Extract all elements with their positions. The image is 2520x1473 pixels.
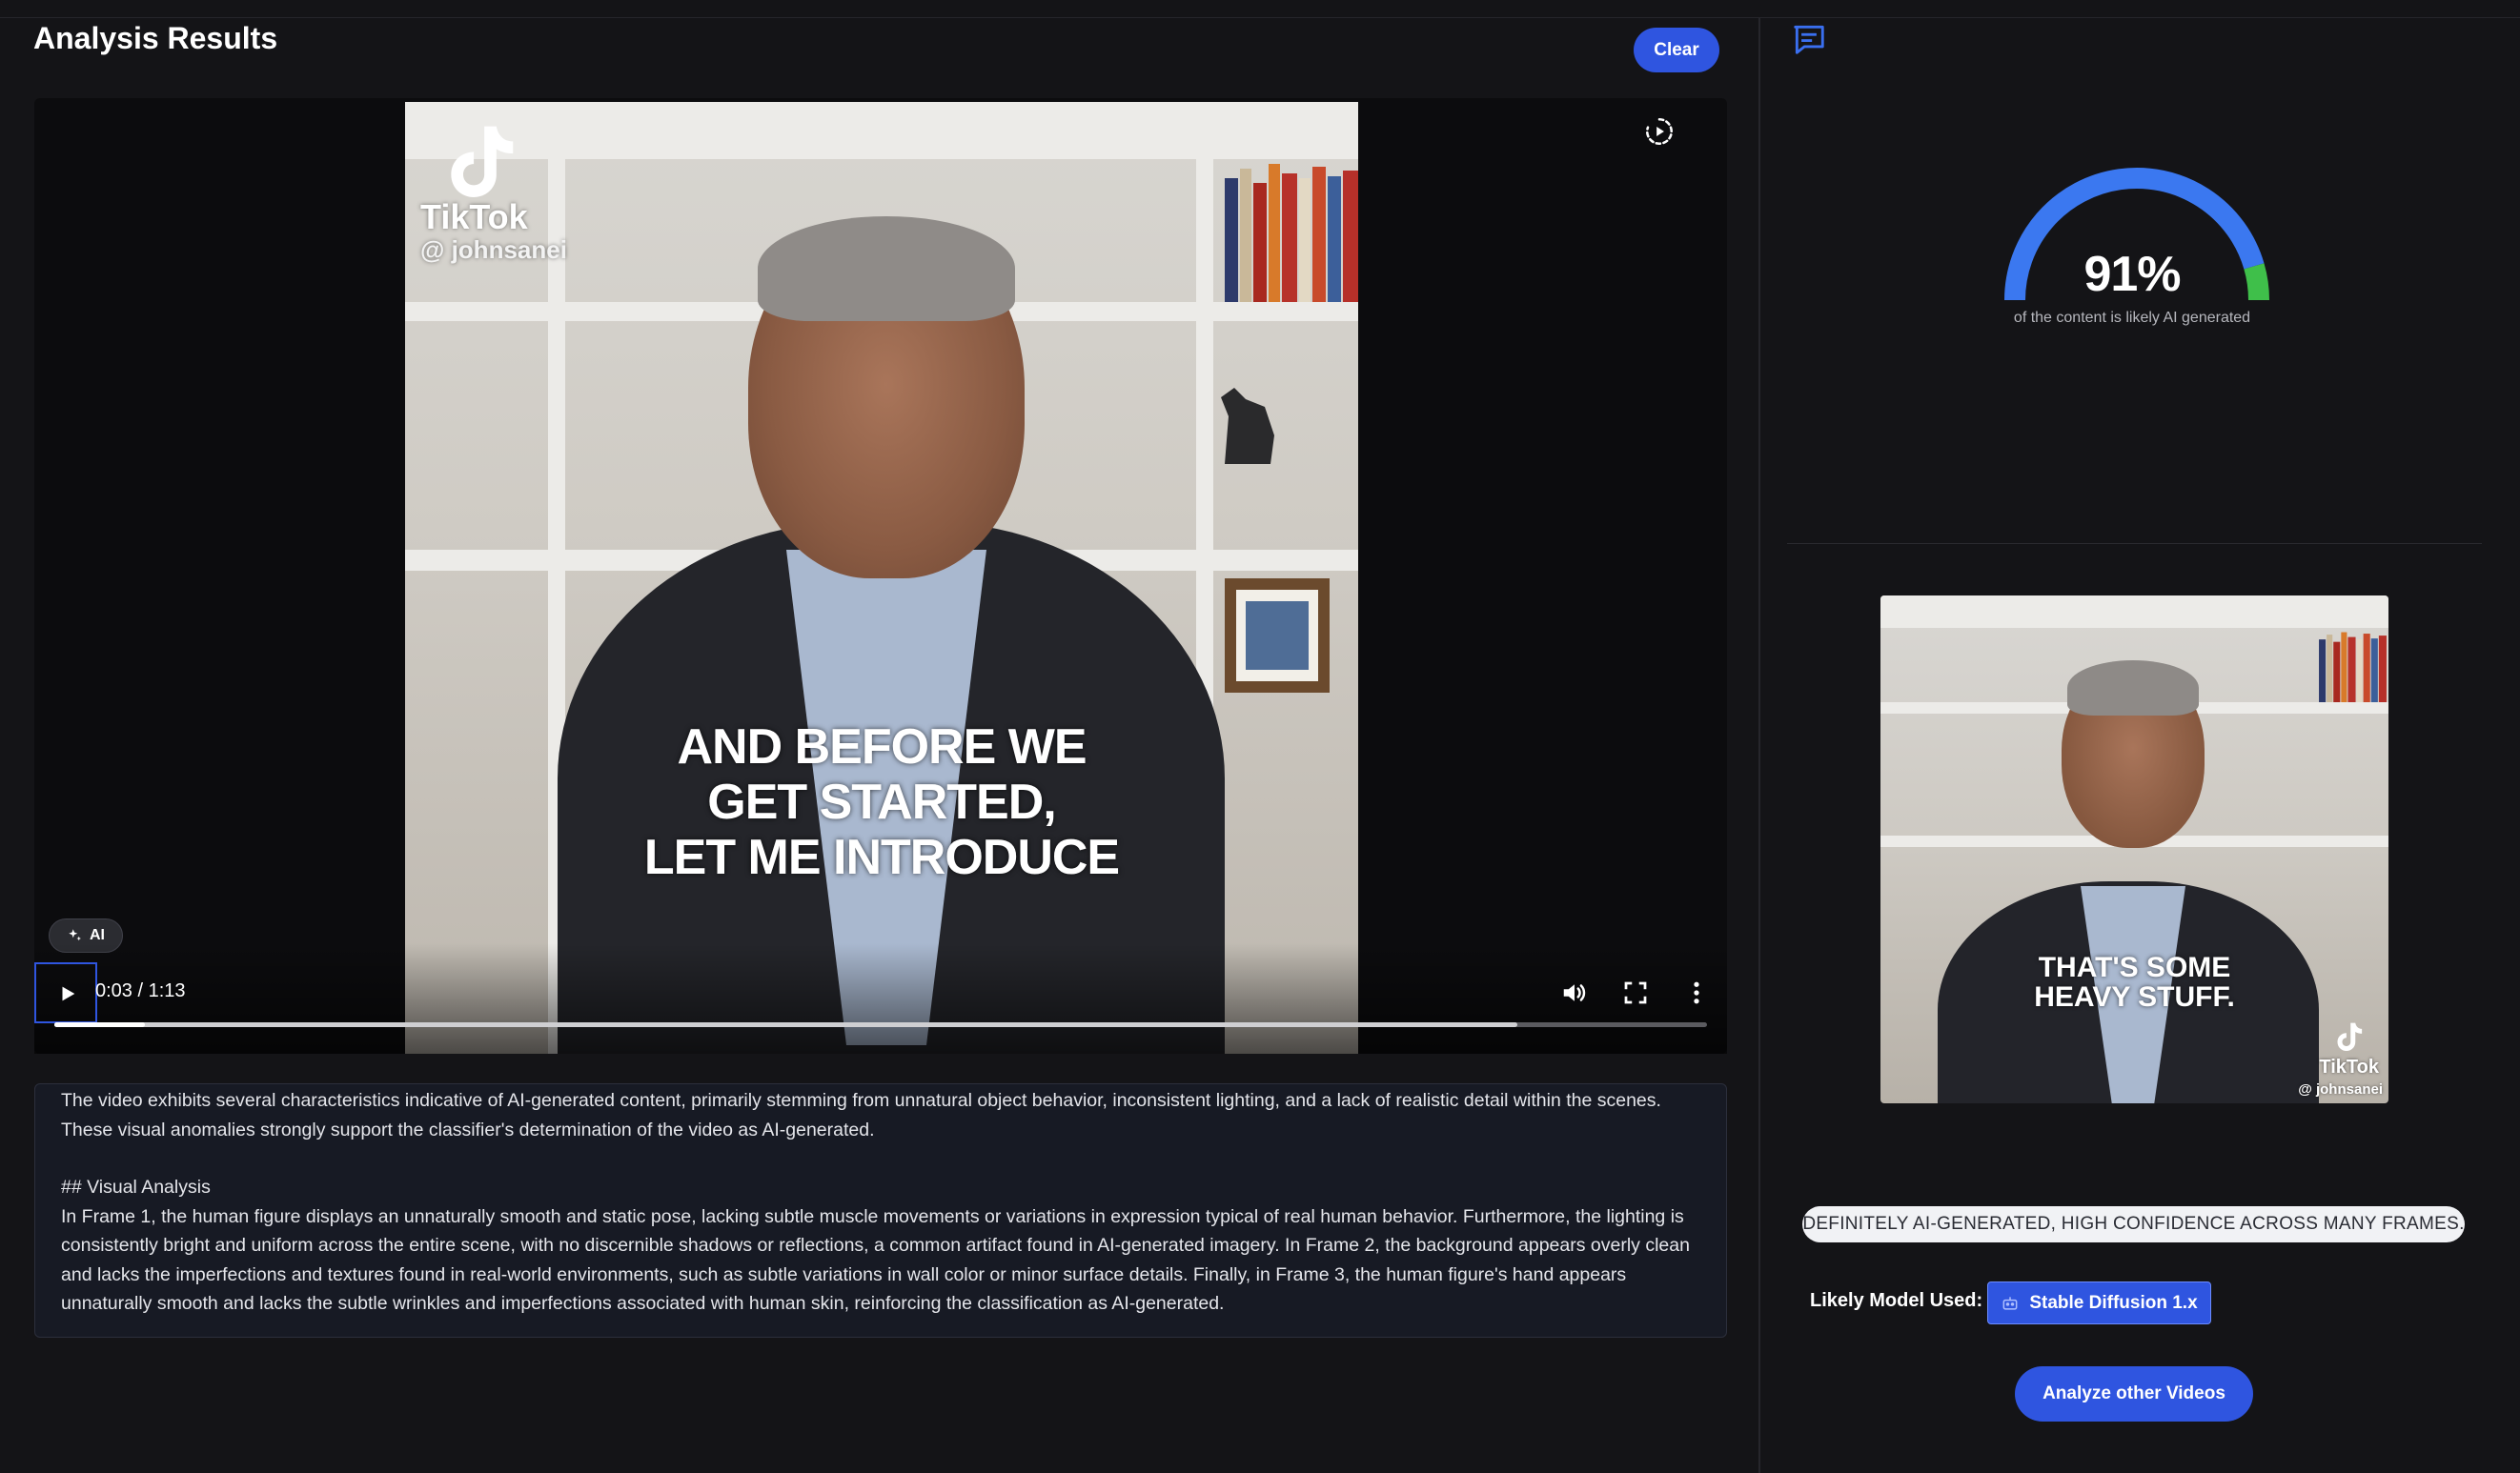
video-caption: AND BEFORE WE GET STARTED, LET ME INTROD… <box>405 719 1358 885</box>
replay-icon[interactable] <box>1643 115 1676 148</box>
page-title: Analysis Results <box>33 21 278 55</box>
thumbnail-watermark-handle: @ johnsanei <box>2298 1081 2383 1098</box>
more-options-icon[interactable] <box>1682 979 1711 1007</box>
analysis-section-heading: ## Visual Analysis <box>61 1177 211 1198</box>
books-image <box>1225 164 1358 302</box>
thumbnail-watermark-brand: TikTok <box>2319 1057 2379 1078</box>
analysis-text-panel: The video exhibits several characteristi… <box>34 1083 1727 1338</box>
ai-score-gauge <box>2004 168 2269 301</box>
tiktok-watermark-brand: TikTok <box>420 197 528 236</box>
thumbnail-caption: THAT'S SOME HEAVY STUFF. <box>1880 953 2388 1012</box>
video-progress-buffered <box>54 1022 1517 1027</box>
ai-score-value: 91% <box>2083 247 2181 302</box>
chat-icon[interactable] <box>1791 21 1827 57</box>
video-caption-line: LET ME INTRODUCE <box>643 830 1120 885</box>
clear-button[interactable]: Clear <box>1634 28 1719 72</box>
model-name-label: Stable Diffusion 1.x <box>2029 1292 2198 1313</box>
thumbnail-caption-line: THAT'S SOME <box>2038 952 2231 983</box>
dog-figurine-image <box>1221 388 1274 464</box>
section-divider <box>1787 543 2482 544</box>
ai-badge-label: AI <box>90 927 105 943</box>
video-time: 0:03 / 1:13 <box>95 980 186 1001</box>
robot-icon <box>2002 1296 2018 1310</box>
shelf-top <box>1880 595 2388 628</box>
video-caption-line: AND BEFORE WE <box>677 719 1087 775</box>
tiktok-watermark-handle: @ johnsanei <box>420 235 567 264</box>
person-hair <box>758 216 1015 321</box>
analysis-summary: The video exhibits several characteristi… <box>61 1090 1661 1140</box>
person-hair <box>2067 660 2199 716</box>
video-caption-line: GET STARTED, <box>707 775 1056 830</box>
tiktok-logo-icon <box>2337 1022 2363 1051</box>
tiktok-logo-icon <box>451 126 514 197</box>
play-button[interactable] <box>34 962 97 1023</box>
sparkle-icon <box>69 929 81 941</box>
video-frame: TikTok @ johnsanei AND BEFORE WE GET STA… <box>405 102 1358 1054</box>
video-progress-bar[interactable] <box>54 1022 1707 1027</box>
model-name-button[interactable]: Stable Diffusion 1.x <box>1987 1281 2211 1324</box>
video-controls-bar <box>34 943 1727 1054</box>
analyze-other-videos-button[interactable]: Analyze other Videos <box>2015 1366 2253 1422</box>
volume-icon[interactable] <box>1560 979 1589 1007</box>
ai-score-label: of the content is likely AI generated <box>2013 310 2251 326</box>
top-bar <box>0 0 2520 18</box>
books-image <box>2319 632 2387 702</box>
video-progress-played <box>54 1022 146 1027</box>
video-player[interactable]: TikTok @ johnsanei AND BEFORE WE GET STA… <box>34 98 1727 1054</box>
play-icon <box>62 986 75 1001</box>
analysis-details: In Frame 1, the human figure displays an… <box>61 1205 1690 1315</box>
picture-frame-image <box>1225 578 1330 693</box>
fullscreen-icon[interactable] <box>1621 979 1650 1007</box>
thumbnail-caption-line: HEAVY STUFF. <box>2034 981 2235 1013</box>
model-label: Likely Model Used: <box>1810 1290 1983 1311</box>
verdict-badge: DEFINITELY AI-GENERATED, HIGH CONFIDENCE… <box>1802 1206 2465 1242</box>
video-thumbnail: THAT'S SOME HEAVY STUFF. TikTok @ johnsa… <box>1880 595 2388 1103</box>
